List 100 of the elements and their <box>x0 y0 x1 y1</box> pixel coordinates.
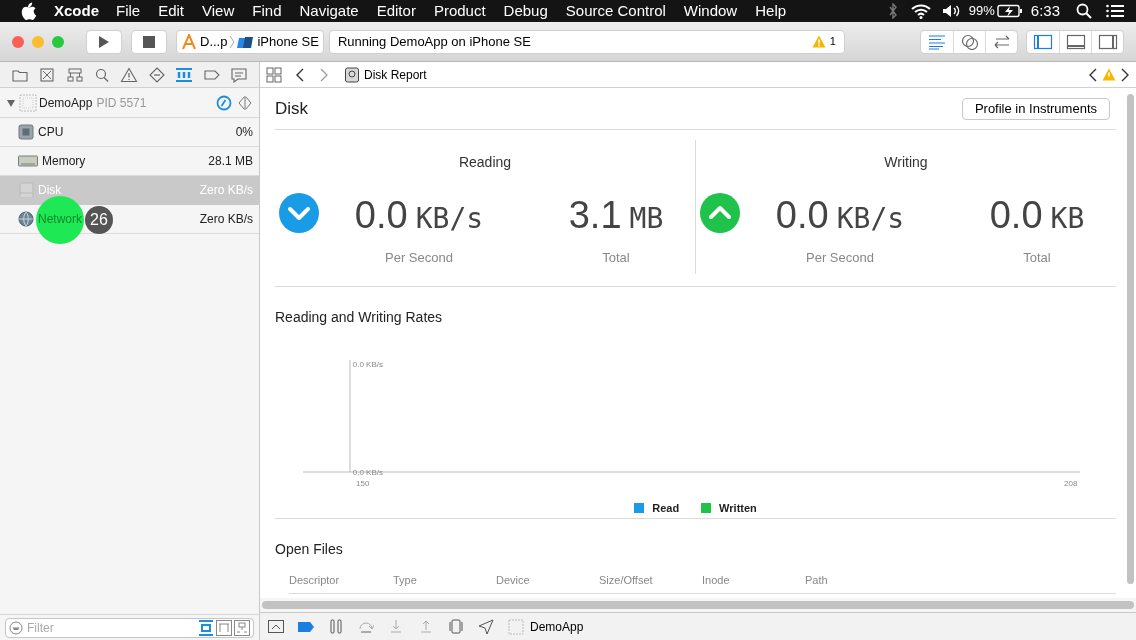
overlapping-circles-icon <box>959 33 980 50</box>
filter-field[interactable]: Filter <box>27 618 198 637</box>
chevron-down-circle-icon <box>279 193 319 233</box>
back-icon[interactable] <box>294 67 306 82</box>
vertical-scrollbar[interactable] <box>1127 94 1134 584</box>
menu-item[interactable]: Editor <box>376 0 416 23</box>
split-icon[interactable] <box>237 94 253 111</box>
menu-item[interactable]: File <box>116 0 141 23</box>
column-header[interactable]: Descriptor <box>289 572 393 589</box>
wifi-icon[interactable] <box>910 3 931 19</box>
memory-module-icon <box>18 153 38 169</box>
section-title: Open Files <box>275 540 344 559</box>
process-icon <box>508 618 524 635</box>
chip-icon <box>18 124 34 140</box>
stat-caption: Total <box>1023 249 1051 267</box>
menu-item[interactable]: View <box>202 0 235 23</box>
disclosure-triangle[interactable] <box>6 97 16 108</box>
search-icon[interactable] <box>1076 3 1092 19</box>
menu-item[interactable]: Debug <box>503 0 548 23</box>
column-header[interactable]: Path <box>805 572 905 589</box>
close-window-button[interactable] <box>12 35 24 48</box>
chevron-separator-icon <box>229 34 236 49</box>
bluetooth-icon[interactable] <box>887 3 898 19</box>
panel-heading: Writing <box>884 153 928 172</box>
clock-time[interactable]: 6:33 <box>1030 0 1060 23</box>
process-id: PID 5571 <box>96 94 147 112</box>
globe-icon <box>18 211 34 227</box>
stat-caption: Total <box>602 249 630 267</box>
menu-item[interactable]: Find <box>252 0 282 23</box>
battery-charging-icon[interactable] <box>996 4 1023 18</box>
menu-item[interactable]: Edit <box>158 0 185 23</box>
square-x-icon <box>38 66 57 83</box>
battery-percentage: 99% <box>968 2 995 21</box>
breakpoint-icon[interactable] <box>298 619 314 634</box>
x-axis-label: 150 <box>356 478 370 490</box>
stat-caption: Per Second <box>385 249 453 267</box>
threads-filter-icon[interactable] <box>216 619 232 636</box>
gauges-filter-icon[interactable] <box>198 619 214 636</box>
jump-bar-title[interactable]: Disk Report <box>364 65 427 84</box>
column-header[interactable]: Inode <box>702 572 805 589</box>
hierarchy-icon <box>65 66 84 83</box>
filter-bar[interactable]: Filter <box>5 617 254 638</box>
step-out-icon[interactable] <box>418 619 434 634</box>
editor-mode-control[interactable] <box>920 29 1018 54</box>
gauges-icon <box>175 66 194 83</box>
scheme-selector[interactable]: D...p iPhone SE <box>176 29 324 54</box>
process-name: DemoApp <box>39 94 93 112</box>
gauge-value: 28.1 MB <box>208 153 253 170</box>
play-icon <box>98 34 110 49</box>
gauge-value: Zero KB/s <box>199 211 253 228</box>
menu-list-icon[interactable] <box>1106 4 1124 18</box>
bottom-panel-icon <box>1065 33 1086 50</box>
gauge-name: Network <box>38 211 82 228</box>
gauge-value: 0% <box>235 124 253 141</box>
step-into-icon[interactable] <box>388 619 404 634</box>
volume-icon[interactable] <box>940 3 961 19</box>
stat-value: 3.1 <box>568 193 622 238</box>
app-menu[interactable]: Xcode <box>54 0 99 23</box>
step-over-icon[interactable] <box>358 619 374 634</box>
hide-debug-area-icon[interactable] <box>268 619 284 634</box>
related-items-icon[interactable] <box>266 66 282 83</box>
column-header[interactable]: Device <box>496 572 599 589</box>
pause-icon[interactable] <box>328 619 344 634</box>
stat-value: 0.0 <box>354 193 408 238</box>
menu-item[interactable]: Window <box>683 0 738 23</box>
column-header[interactable]: Type <box>393 572 496 589</box>
run-button[interactable] <box>86 29 122 54</box>
menu-item[interactable]: Navigate <box>299 0 359 23</box>
location-icon[interactable] <box>478 619 494 634</box>
diamond-icon <box>147 66 166 83</box>
forward-icon[interactable] <box>318 67 330 82</box>
hierarchy-filter-icon[interactable] <box>234 619 250 636</box>
warning-icon <box>120 66 139 83</box>
stat-value: 0.0 <box>989 193 1043 238</box>
view-hierarchy-icon[interactable] <box>448 619 464 634</box>
chevron-up-circle-icon <box>700 193 740 233</box>
previous-issue-icon[interactable] <box>1088 67 1098 82</box>
warning-count: 1 <box>829 34 836 50</box>
gauge-icon[interactable] <box>216 94 232 111</box>
gauge-name: Memory <box>42 153 86 170</box>
stat-caption: Per Second <box>806 249 874 267</box>
cpu-gauge-row[interactable]: CPU 0% <box>0 118 259 147</box>
column-header[interactable]: Size/Offset <box>599 572 702 589</box>
filter-icon[interactable] <box>9 620 23 635</box>
profile-button[interactable]: Profile in Instruments <box>961 97 1110 120</box>
chart-title: Reading and Writing Rates <box>275 308 444 327</box>
status-text: Running DemoApp on iPhone SE <box>337 32 532 51</box>
stat-unit: KB/s <box>415 201 484 237</box>
next-issue-icon[interactable] <box>1120 67 1130 82</box>
horizontal-scrollbar[interactable] <box>262 601 1134 609</box>
menu-item[interactable]: Product <box>433 0 486 23</box>
menu-item[interactable]: Help <box>755 0 787 23</box>
disk-report-icon <box>344 66 360 83</box>
triangle-icon <box>6 97 16 108</box>
panel-toggle-control[interactable] <box>1026 29 1124 54</box>
panel-heading: Reading <box>458 153 512 172</box>
stop-button[interactable] <box>131 29 167 54</box>
process-selector[interactable]: DemoApp <box>530 617 584 636</box>
step-badge: 26 <box>85 206 113 234</box>
menu-item[interactable]: Source Control <box>565 0 666 23</box>
